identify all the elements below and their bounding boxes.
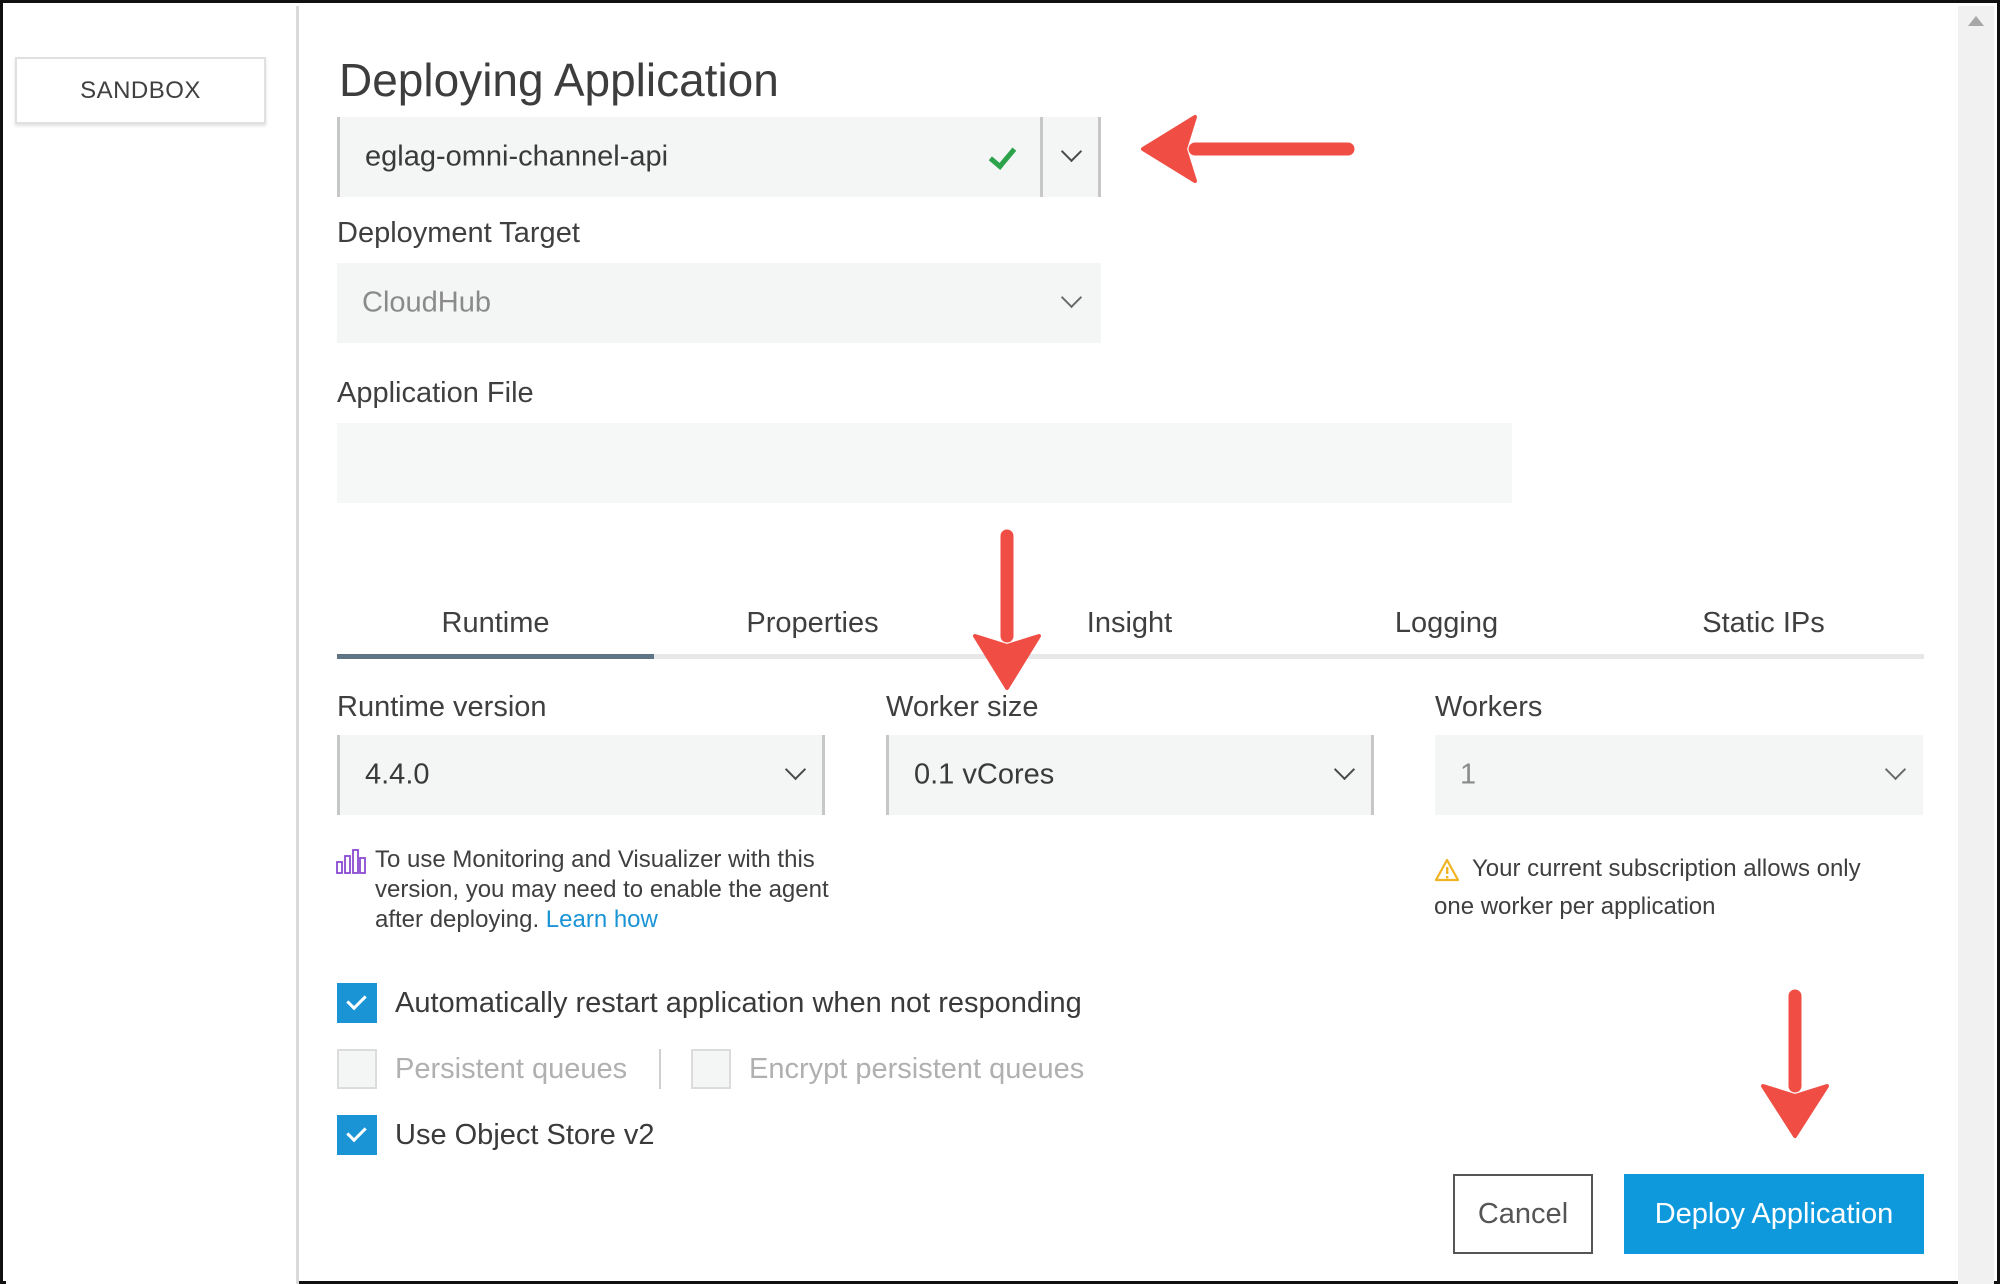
chevron-down-icon — [1884, 758, 1907, 781]
annotation-arrow-left-icon — [1141, 115, 1355, 183]
monitoring-note: To use Monitoring and Visualizer with th… — [375, 845, 835, 935]
option-separator — [659, 1049, 661, 1089]
worker-size-select[interactable]: 0.1 vCores — [886, 735, 1374, 815]
application-file-label: Application File — [337, 377, 534, 409]
workers-value: 1 — [1460, 758, 1477, 791]
annotation-arrow-down-icon — [973, 529, 1041, 690]
persistent-queues-checkbox[interactable] — [337, 1049, 377, 1089]
application-select-value: eglag-omni-channel-api — [365, 140, 669, 173]
runtime-version-value: 4.4.0 — [365, 758, 430, 791]
tab-runtime[interactable]: Runtime — [337, 597, 654, 659]
check-icon — [988, 141, 1017, 170]
persistent-queues-label[interactable]: Persistent queues — [395, 1049, 627, 1089]
encrypt-persistent-queues-checkbox[interactable] — [691, 1049, 731, 1089]
deployment-target-value: CloudHub — [362, 286, 491, 319]
application-select[interactable]: eglag-omni-channel-api — [337, 117, 1101, 197]
chevron-down-icon — [1060, 286, 1083, 309]
auto-restart-checkbox[interactable] — [337, 983, 377, 1023]
deployment-target-label: Deployment Target — [337, 217, 580, 249]
application-file-input[interactable] — [337, 423, 1512, 503]
chevron-down-icon[interactable] — [1060, 140, 1083, 163]
object-store-v2-label[interactable]: Use Object Store v2 — [395, 1115, 655, 1155]
learn-how-link[interactable]: Learn how — [546, 906, 658, 933]
encrypt-persistent-queues-label[interactable]: Encrypt persistent queues — [749, 1049, 1084, 1089]
cancel-button[interactable]: Cancel — [1453, 1174, 1593, 1254]
runtime-version-select[interactable]: 4.4.0 — [337, 735, 825, 815]
annotation-arrow-down-icon — [1761, 989, 1829, 1138]
page-title: Deploying Application — [339, 54, 779, 106]
app-window: SANDBOX Deploying Application eglag-omni… — [0, 0, 2000, 1284]
settings-tabs: Runtime Properties Insight Logging Stati… — [337, 597, 1924, 659]
deployment-target-select[interactable]: CloudHub — [337, 263, 1101, 343]
auto-restart-label[interactable]: Automatically restart application when n… — [395, 983, 1082, 1023]
tab-logging[interactable]: Logging — [1288, 597, 1605, 659]
object-store-v2-checkbox[interactable] — [337, 1115, 377, 1155]
runtime-version-label: Runtime version — [337, 691, 547, 723]
chevron-down-icon — [784, 758, 807, 781]
worker-size-value: 0.1 vCores — [914, 758, 1055, 791]
bar-chart-icon — [336, 849, 366, 874]
chevron-down-icon — [1333, 758, 1356, 781]
scroll-up-arrow-icon[interactable] — [1968, 16, 1984, 26]
scrollbar[interactable] — [1958, 6, 1994, 1284]
environment-button[interactable]: SANDBOX — [15, 57, 266, 124]
sidebar: SANDBOX — [6, 6, 299, 1284]
subscription-warning: Your current subscription allows only on… — [1434, 855, 1861, 920]
deploy-application-button[interactable]: Deploy Application — [1624, 1174, 1924, 1254]
tab-static-ips[interactable]: Static IPs — [1605, 597, 1922, 659]
workers-select[interactable]: 1 — [1435, 735, 1923, 815]
tab-properties[interactable]: Properties — [654, 597, 971, 659]
select-divider — [1040, 117, 1043, 197]
workers-label: Workers — [1435, 691, 1543, 723]
